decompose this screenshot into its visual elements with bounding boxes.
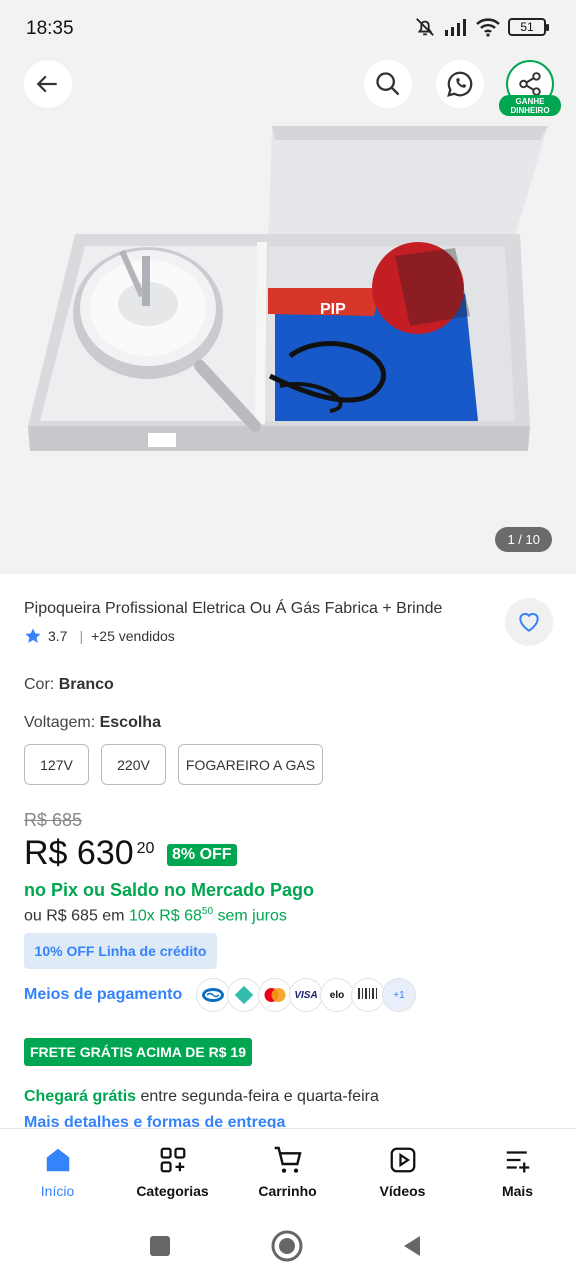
payment-icons[interactable]: VISA elo +1 (196, 978, 416, 1012)
product-gallery[interactable]: PIP GANHE DINHEIRO 1 / 10 (0, 56, 576, 574)
star-icon (25, 628, 41, 643)
svg-text:PIP: PIP (320, 301, 346, 318)
whatsapp-icon (447, 71, 473, 97)
cart-icon (274, 1146, 302, 1173)
nav-videos-label: Vídeos (379, 1183, 426, 1199)
earn-badge-line2: DINHEIRO (510, 106, 550, 115)
product-details: Pipoqueira Profissional Eletrica Ou Á Gá… (0, 574, 576, 1128)
voltage-option-127v[interactable]: 127V (24, 744, 89, 785)
favorite-button[interactable] (505, 598, 553, 646)
arrow-left-icon (36, 75, 57, 93)
more-payment-methods[interactable]: +1 (382, 978, 416, 1012)
product-image[interactable]: PIP (0, 56, 576, 574)
status-icons: 51 (414, 16, 549, 38)
nav-home-label: Início (40, 1183, 75, 1199)
voltage-attribute: Voltagem: Escolha (24, 714, 161, 732)
nav-cart[interactable]: Carrinho (230, 1129, 345, 1211)
mastercard-icon (258, 978, 292, 1012)
install-count: 10x R$ 68 (128, 907, 202, 925)
delivery-details-link[interactable]: Mais detalhes e formas de entrega (24, 1114, 285, 1128)
menu-plus-icon (506, 1151, 529, 1173)
bottom-navigation: Início Categorias Carrinho Vídeos Mais (0, 1128, 576, 1210)
boleto-icon (351, 978, 385, 1012)
rating-row[interactable]: 3.7 | +25 vendidos (24, 627, 175, 645)
whatsapp-share-button[interactable] (436, 60, 484, 108)
credit-tag[interactable]: 10% OFF Linha de crédito (24, 933, 217, 969)
nav-more-label: Mais (501, 1183, 534, 1199)
status-bar: 18:35 51 (0, 0, 576, 56)
color-attribute: Cor: Branco (24, 676, 114, 694)
arrival-text: entre segunda-feira e quarta-feira (136, 1088, 379, 1105)
voltage-label: Voltagem: (24, 714, 96, 731)
pix-text: no Pix ou Saldo no Mercado Pago (24, 880, 315, 900)
share-icon (519, 72, 541, 96)
pix-icon (227, 978, 261, 1012)
search-icon (376, 72, 400, 96)
earn-badge-line1: GANHE (515, 97, 545, 106)
system-navigation (0, 1210, 576, 1280)
elo-icon: elo (320, 978, 354, 1012)
heart-icon (519, 612, 539, 632)
install-cents: 50 (201, 906, 214, 917)
back-button[interactable] (24, 60, 72, 108)
arrival-highlight: Chegará grátis (24, 1088, 137, 1105)
wifi-icon (476, 18, 500, 37)
color-label: Cor: (24, 676, 55, 693)
nav-categories[interactable]: Categorias (115, 1129, 230, 1211)
image-counter: 1 / 10 (495, 527, 552, 552)
search-button[interactable] (364, 60, 412, 108)
price-main: R$ 630 (24, 834, 134, 872)
price-cents: 20 (136, 840, 155, 857)
color-value: Branco (58, 676, 114, 693)
installments: ou R$ 685 em 10x R$ 6850 sem juros (24, 906, 287, 925)
nav-categories-label: Categorias (136, 1183, 209, 1199)
categories-icon (160, 1147, 185, 1173)
back-system-button[interactable] (400, 1234, 424, 1258)
rating-separator: | (79, 628, 84, 644)
mercado-pago-icon (196, 978, 230, 1012)
earn-money-badge[interactable]: GANHE DINHEIRO (499, 95, 561, 116)
nav-more[interactable]: Mais (460, 1129, 575, 1211)
signal-icon (445, 19, 466, 36)
voltage-option-220v[interactable]: 220V (101, 744, 166, 785)
free-shipping-banner: FRETE GRÁTIS ACIMA DE R$ 19 (24, 1038, 252, 1066)
nav-videos[interactable]: Vídeos (345, 1129, 460, 1211)
battery-icon: 51 (508, 18, 549, 36)
visa-icon: VISA (289, 978, 323, 1012)
home-icon (46, 1148, 69, 1172)
nav-cart-label: Carrinho (258, 1183, 317, 1199)
discount-badge: 8% OFF (167, 844, 237, 866)
status-time: 18:35 (26, 18, 74, 39)
old-price: R$ 685 (24, 810, 83, 830)
rating-value: 3.7 (48, 628, 68, 644)
mute-icon (416, 18, 434, 36)
voltage-option-gas[interactable]: FOGAREIRO A GAS (178, 744, 323, 785)
install-prefix: ou R$ 685 em (24, 907, 125, 925)
nav-home[interactable]: Início (0, 1129, 115, 1211)
voltage-value: Escolha (99, 714, 161, 731)
payment-methods-link[interactable]: Meios de pagamento (24, 986, 182, 1004)
sold-count: +25 vendidos (91, 628, 175, 644)
home-system-button[interactable] (270, 1229, 304, 1263)
recents-button[interactable] (148, 1234, 172, 1258)
install-suffix: sem juros (217, 907, 287, 925)
delivery-info: Chegará grátis entre segunda-feira e qua… (24, 1088, 379, 1106)
product-title: Pipoqueira Profissional Eletrica Ou Á Gá… (24, 600, 443, 617)
video-icon (390, 1147, 415, 1173)
current-price: R$ 630 20 (24, 834, 154, 873)
